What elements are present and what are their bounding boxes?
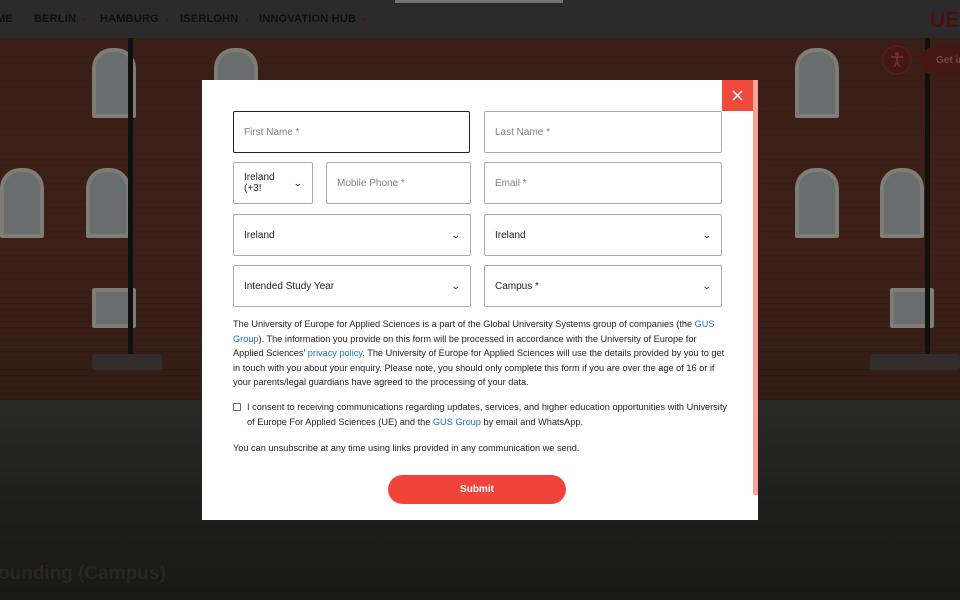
privacy-notice: The University of Europe for Applied Sci… [233,317,727,390]
campus-value: Campus * [495,280,539,292]
close-button[interactable] [722,80,753,111]
last-name-field[interactable]: Last Name * [484,111,722,153]
first-name-placeholder: First Name * [244,126,300,138]
chevron-down-icon: ⌄ [702,229,713,240]
phone-country-select[interactable]: Ireland (+3! ⌄ [233,162,313,204]
modal-scrollbar[interactable] [753,80,758,495]
country-select[interactable]: Ireland ⌄ [233,214,471,256]
consent-row: I consent to receiving communications re… [233,400,727,429]
country-value: Ireland [244,229,275,241]
notice-text: The University of Europe for Applied Sci… [233,319,695,329]
nationality-value: Ireland [495,229,526,241]
consent-text: by email and WhatsApp. [480,416,584,427]
email-field[interactable]: Email * [484,162,722,204]
chevron-down-icon: ⌄ [293,177,304,188]
email-placeholder: Email * [495,177,527,189]
unsubscribe-note: You can unsubscribe at any time using li… [233,443,580,453]
campus-select[interactable]: Campus * ⌄ [484,265,722,307]
mobile-phone-placeholder: Mobile Phone * [337,177,405,189]
enquiry-modal: First Name * Last Name * Ireland (+3! ⌄ … [202,80,758,520]
consent-label[interactable]: I consent to receiving communications re… [233,400,727,429]
study-year-select[interactable]: Intended Study Year ⌄ [233,265,471,307]
consent-gus-group-link[interactable]: GUS Group [433,417,481,427]
chevron-down-icon: ⌄ [451,280,462,291]
submit-button[interactable]: Submit [388,475,566,504]
close-icon [732,90,743,101]
consent-checkbox[interactable] [233,403,241,411]
study-year-value: Intended Study Year [244,280,335,292]
nationality-select[interactable]: Ireland ⌄ [484,214,722,256]
phone-country-value: Ireland (+3! [244,172,275,194]
privacy-policy-link[interactable]: privacy policy [308,348,362,358]
mobile-phone-field[interactable]: Mobile Phone * [326,162,471,204]
chevron-down-icon: ⌄ [702,280,713,291]
first-name-field[interactable]: First Name * [233,111,470,153]
chevron-down-icon: ⌄ [451,229,462,240]
last-name-placeholder: Last Name * [495,126,551,138]
